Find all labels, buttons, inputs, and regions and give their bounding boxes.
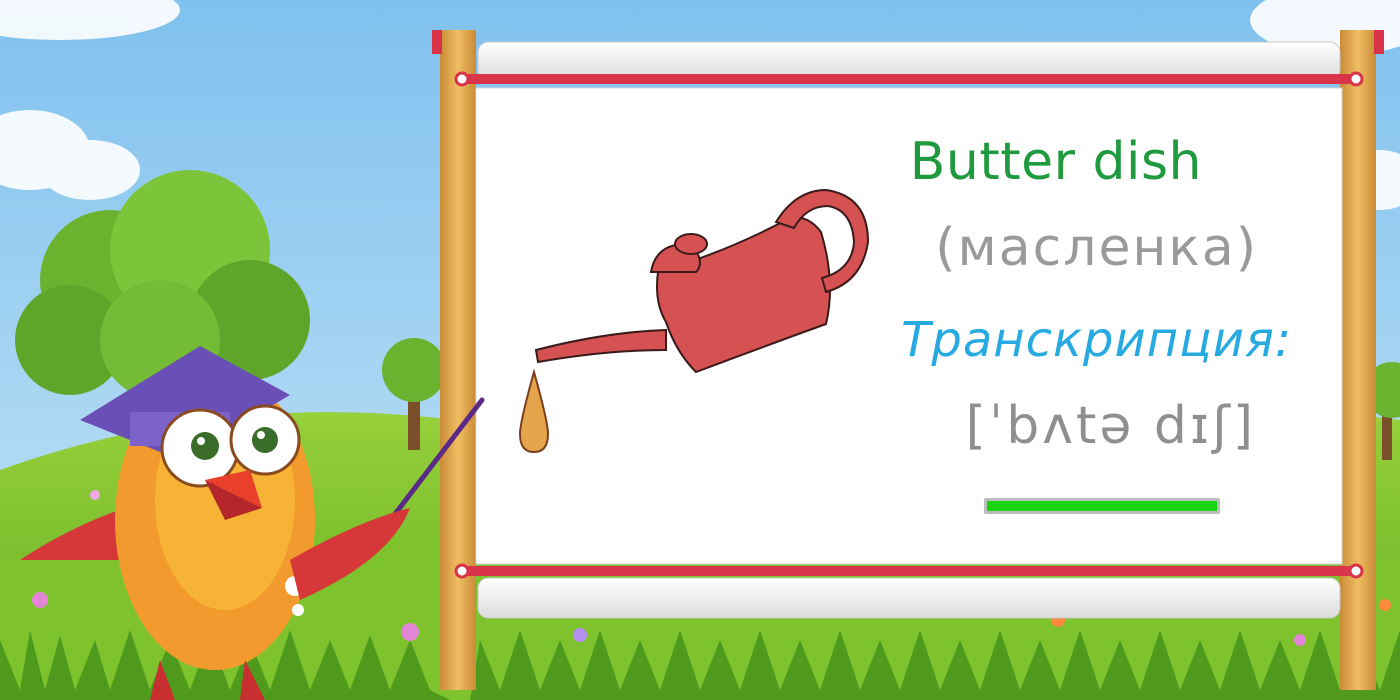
word-translation: (масленка) bbox=[935, 218, 1258, 278]
progress-bar bbox=[984, 498, 1220, 514]
transcription-text: [ˈbʌtə dɪʃ] bbox=[965, 396, 1256, 456]
progress-fill bbox=[987, 501, 1217, 511]
lesson-scene: Butter dish (масленка) Транскрипция: [ˈb… bbox=[0, 0, 1400, 700]
word-title: Butter dish bbox=[909, 132, 1202, 192]
bottom-roll bbox=[454, 563, 1364, 619]
transcription-label: Транскрипция: bbox=[901, 312, 1292, 368]
top-roll bbox=[454, 41, 1364, 87]
word-card: Butter dish (масленка) Транскрипция: [ˈb… bbox=[476, 92, 1342, 562]
